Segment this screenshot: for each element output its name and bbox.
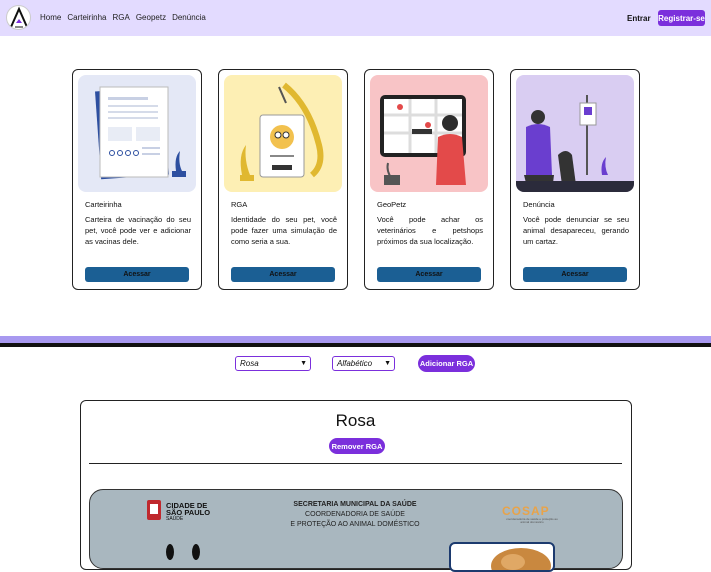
carteirinha-illustration <box>78 75 196 192</box>
add-rga-button[interactable]: Adicionar RGA <box>418 355 475 372</box>
remove-rga-button[interactable]: Remover RGA <box>329 438 385 454</box>
section-divider-dark <box>0 343 711 347</box>
nav-link-rga[interactable]: RGA <box>112 13 129 22</box>
pet-select-value: Rosa <box>240 359 259 368</box>
nav-link-denuncia[interactable]: Denúncia <box>172 13 206 22</box>
secretaria-line2: COORDENADORIA DE SAÚDE <box>305 511 405 518</box>
section-divider <box>0 336 711 343</box>
nav-link-geopetz[interactable]: Geopetz <box>136 13 166 22</box>
nav-links: Home Carteirinha RGA Geopetz Denúncia <box>40 13 206 22</box>
chevron-down-icon: ▼ <box>300 360 307 367</box>
order-select[interactable]: Alfabético ▼ <box>332 356 395 371</box>
card-title: Denúncia <box>523 200 555 209</box>
card-title: Carteirinha <box>85 200 122 209</box>
card-description: Você pode achar os veterinários e petsho… <box>377 215 483 246</box>
pet-name-heading: Rosa <box>335 411 376 430</box>
city-line3: SAÚDE <box>166 516 184 522</box>
order-select-value: Alfabético <box>337 359 373 368</box>
card-description: Identidade do seu pet, você pode fazer u… <box>231 215 337 246</box>
card-geopetz: GeoPetz Você pode achar os veterinários … <box>364 69 494 290</box>
pet-photo <box>449 542 555 572</box>
pet-select[interactable]: Rosa ▼ <box>235 356 311 371</box>
site-logo[interactable] <box>6 5 31 30</box>
divider-line <box>89 463 622 464</box>
city-logo-text: CIDADE DE SÃO PAULO SAÚDE <box>166 502 210 523</box>
register-button[interactable]: Registrar-se <box>658 10 705 26</box>
secretaria-line3: E PROTEÇÃO AO ANIMAL DOMÉSTICO <box>290 521 420 528</box>
card-rga: RGA Identidade do seu pet, você pode faz… <box>218 69 348 290</box>
access-rga-button[interactable]: Acessar <box>231 267 335 282</box>
card-carteirinha: Carteirinha Carteira de vacinação do seu… <box>72 69 202 290</box>
card-denuncia: Denúncia Você pode denunciar se seu anim… <box>510 69 640 290</box>
secretaria-header: SECRETARIA MUNICIPAL DA SAÚDE COORDENADO… <box>240 500 470 530</box>
card-title: GeoPetz <box>377 200 407 209</box>
access-carteirinha-button[interactable]: Acessar <box>85 267 189 282</box>
rga-illustration <box>224 75 342 192</box>
nav-link-carteirinha[interactable]: Carteirinha <box>67 13 106 22</box>
chevron-down-icon: ▼ <box>384 360 391 367</box>
card-title: RGA <box>231 200 248 209</box>
nav-link-home[interactable]: Home <box>40 13 61 22</box>
top-navbar: Home Carteirinha RGA Geopetz Denúncia En… <box>0 0 711 36</box>
geopetz-illustration <box>370 75 488 192</box>
secretaria-title: SECRETARIA MUNICIPAL DA SAÚDE <box>293 501 417 508</box>
card-description: Carteira de vacinação do seu pet, você p… <box>85 215 191 246</box>
cosap-logo: COSAP <box>502 504 550 518</box>
access-geopetz-button[interactable]: Acessar <box>377 267 481 282</box>
denuncia-illustration <box>516 75 634 192</box>
access-denuncia-button[interactable]: Acessar <box>523 267 627 282</box>
cosap-subtitle: coordenadoria de saúde e proteção ao ani… <box>506 517 558 524</box>
login-link[interactable]: Entrar <box>627 14 651 23</box>
card-description: Você pode denunciar se seu animal desapa… <box>523 215 629 246</box>
